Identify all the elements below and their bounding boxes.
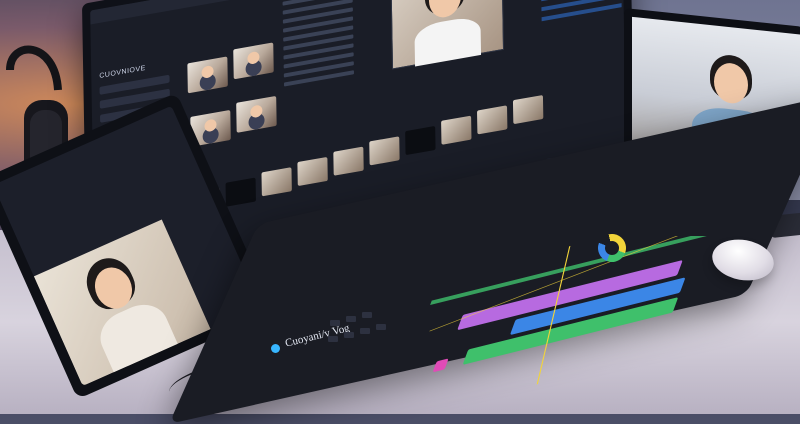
panel-logo-icon (271, 344, 280, 353)
control-key[interactable] (328, 336, 338, 342)
timeline-clip[interactable] (477, 105, 508, 135)
panel-controls (320, 300, 440, 400)
media-thumbnail[interactable] (233, 42, 274, 80)
effects-list (282, 0, 355, 146)
timeline-clip[interactable] (297, 156, 328, 187)
timeline-clip[interactable] (261, 167, 292, 197)
timeline-clip[interactable] (405, 125, 436, 156)
timeline-clip[interactable] (225, 177, 256, 207)
properties-panel (540, 0, 622, 81)
control-key[interactable] (362, 312, 372, 318)
timeline-tracks (429, 236, 726, 385)
timeline-clip[interactable] (512, 94, 544, 125)
timeline-clip[interactable] (369, 136, 400, 166)
control-key[interactable] (360, 328, 370, 334)
media-thumbnail[interactable] (236, 95, 277, 133)
app-logo: CUOVNIOVE (99, 64, 146, 80)
control-key[interactable] (376, 324, 386, 330)
control-key[interactable] (330, 320, 340, 326)
control-key[interactable] (346, 316, 356, 322)
control-key[interactable] (344, 332, 354, 338)
video-preview[interactable] (390, 0, 505, 70)
media-thumbnail[interactable] (187, 56, 228, 94)
timeline-clip[interactable] (333, 146, 364, 176)
timeline-clip[interactable] (441, 115, 472, 145)
